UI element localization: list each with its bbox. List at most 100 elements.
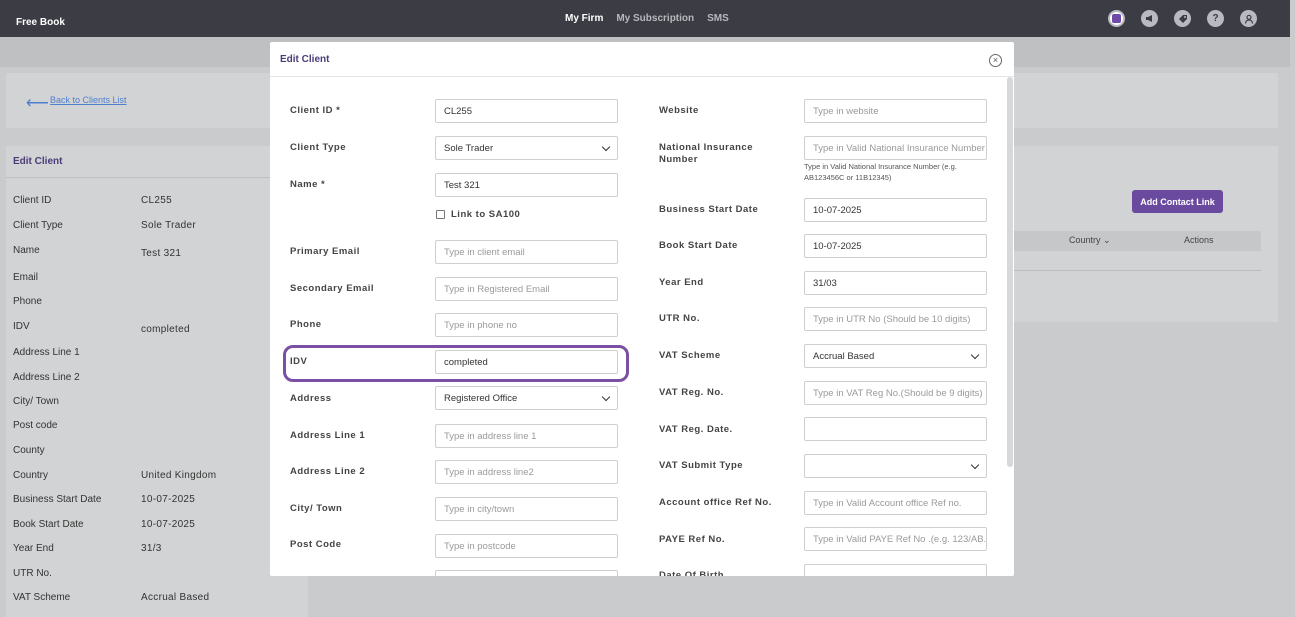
input-city-town[interactable]: Type in city/town xyxy=(435,497,618,521)
input-address-line-2[interactable]: Type in address line2 xyxy=(435,460,618,484)
label-year-end: Year End xyxy=(659,277,704,288)
select-client-type[interactable]: Sole Trader xyxy=(435,136,618,160)
input-year-end[interactable]: 31/03 xyxy=(804,271,987,295)
label-address-line-1: Address Line 1 xyxy=(290,430,366,441)
input-blank[interactable] xyxy=(435,570,618,576)
select-vat-scheme[interactable]: Accrual Based xyxy=(804,344,987,368)
tag-icon[interactable] xyxy=(1174,10,1191,27)
select-address[interactable]: Registered Office xyxy=(435,386,618,410)
app-icon[interactable] xyxy=(1108,10,1125,27)
detail-label: Address Line 1 xyxy=(13,347,80,358)
label-date-of-birth: Date Of Birth xyxy=(659,570,725,576)
input-date-of-birth[interactable] xyxy=(804,564,987,576)
top-nav: My Firm My Subscription SMS xyxy=(565,13,729,24)
input-book-start-date[interactable]: 10-07-2025 xyxy=(804,234,987,258)
nav-my-subscription[interactable]: My Subscription xyxy=(616,13,694,24)
label-vat-scheme: VAT Scheme xyxy=(659,350,721,361)
input-account-office-ref-no[interactable]: Type in Valid Account office Ref no. xyxy=(804,491,987,515)
top-icons: ? xyxy=(1108,10,1257,27)
detail-label: Business Start Date xyxy=(13,494,102,505)
input-post-code[interactable]: Type in postcode xyxy=(435,534,618,558)
input-address-line-1[interactable]: Type in address line 1 xyxy=(435,424,618,448)
card-title: Edit Client xyxy=(13,156,63,167)
table-header: Country ⌄ Actions xyxy=(1012,231,1261,251)
sa100-checkbox[interactable] xyxy=(436,210,445,219)
megaphone-icon[interactable] xyxy=(1141,10,1158,27)
label-account-office-ref-no: Account office Ref No. xyxy=(659,497,772,508)
input-utr-no[interactable]: Type in UTR No (Should be 10 digits) xyxy=(804,307,987,331)
detail-label: City/ Town xyxy=(13,396,59,407)
sa100-label: Link to SA100 xyxy=(451,209,521,220)
label-business-start-date: Business Start Date xyxy=(659,204,759,215)
input-vat-reg-date[interactable] xyxy=(804,417,987,441)
input-paye-ref-no[interactable]: Type in Valid PAYE Ref No .(e.g. 123/AB.… xyxy=(804,527,987,551)
label-national-insurance-number: National Insurance Number xyxy=(659,142,753,165)
user-icon[interactable] xyxy=(1240,10,1257,27)
detail-value: CL255 xyxy=(141,195,172,206)
input-secondary-email[interactable]: Type in Registered Email xyxy=(435,277,618,301)
label-website: Website xyxy=(659,105,699,116)
detail-value: Sole Trader xyxy=(141,220,196,231)
idv-highlight xyxy=(283,345,629,382)
nav-my-firm[interactable]: My Firm xyxy=(565,13,603,24)
input-business-start-date[interactable]: 10-07-2025 xyxy=(804,198,987,222)
top-bar: Free Book My Firm My Subscription SMS ? xyxy=(0,0,1290,37)
detail-label: VAT Scheme xyxy=(13,592,71,603)
modal-title: Edit Client xyxy=(280,54,330,65)
back-arrow-icon[interactable]: ⟵ xyxy=(26,93,49,113)
detail-label: Book Start Date xyxy=(13,519,84,530)
label-book-start-date: Book Start Date xyxy=(659,240,738,251)
modal-scrollbar[interactable] xyxy=(1007,77,1013,467)
add-contact-link-button[interactable]: Add Contact Link xyxy=(1132,190,1223,213)
modal-header: Edit Client × xyxy=(270,42,1014,77)
label-address: Address xyxy=(290,393,332,404)
detail-label: UTR No. xyxy=(13,568,52,579)
input-vat-reg-no[interactable]: Type in VAT Reg No.(Should be 9 digits) xyxy=(804,381,987,405)
close-icon[interactable]: × xyxy=(989,54,1002,67)
detail-value: Test 321 xyxy=(141,248,182,259)
label-paye-ref-no: PAYE Ref No. xyxy=(659,534,726,545)
detail-label: Post code xyxy=(13,420,58,431)
detail-label: Address Line 2 xyxy=(13,372,80,383)
divider xyxy=(6,177,308,178)
label-name: Name * xyxy=(290,179,326,190)
label-vat-submit-type: VAT Submit Type xyxy=(659,460,744,471)
contacts-card: Add Contact Link Country ⌄ Actions xyxy=(1012,146,1278,322)
label-phone: Phone xyxy=(290,319,322,330)
sa100-checkbox-row[interactable]: Link to SA100 xyxy=(436,209,520,220)
edit-client-modal: Edit Client × Client ID * CL255 Client Typ… xyxy=(270,42,1014,576)
label-vat-reg-date: VAT Reg. Date. xyxy=(659,424,733,435)
column-actions: Actions xyxy=(1184,235,1214,245)
detail-label: Client ID xyxy=(13,195,52,206)
input-client-id[interactable]: CL255 xyxy=(435,99,618,123)
column-country[interactable]: Country ⌄ xyxy=(1069,235,1111,246)
label-city-town: City/ Town xyxy=(290,503,343,514)
client-details-card: Edit Client Client ID CL255 Client Type Sol… xyxy=(6,146,308,617)
detail-label: Client Type xyxy=(13,220,63,231)
input-website[interactable]: Type in website xyxy=(804,99,987,123)
detail-value: 31/3 xyxy=(141,543,162,554)
label-address-line-2: Address Line 2 xyxy=(290,466,366,477)
brand-name: Free Book xyxy=(16,17,65,28)
back-to-clients-link[interactable]: Back to Clients List xyxy=(50,95,127,105)
detail-value: Accrual Based xyxy=(141,592,210,603)
detail-label: Year End xyxy=(13,543,54,554)
input-national-insurance-number[interactable]: Type in Valid National Insurance Number xyxy=(804,136,987,160)
detail-value: 10-07-2025 xyxy=(141,494,196,505)
label-post-code: Post Code xyxy=(290,539,342,550)
detail-label: County xyxy=(13,445,45,456)
label-client-id: Client ID * xyxy=(290,105,341,116)
label-client-type: Client Type xyxy=(290,142,346,153)
detail-label: IDV xyxy=(13,321,30,332)
detail-label: Email xyxy=(13,272,39,283)
nav-sms[interactable]: SMS xyxy=(707,13,729,24)
input-name[interactable]: Test 321 xyxy=(435,173,618,197)
detail-label: Name xyxy=(13,245,40,256)
input-phone[interactable]: Type in phone no xyxy=(435,313,618,337)
detail-label: Phone xyxy=(13,296,42,307)
help-icon[interactable]: ? xyxy=(1207,10,1224,27)
detail-value: 10-07-2025 xyxy=(141,519,196,530)
detail-label: Country xyxy=(13,470,49,481)
input-primary-email[interactable]: Type in client email xyxy=(435,240,618,264)
select-vat-submit-type[interactable] xyxy=(804,454,987,478)
